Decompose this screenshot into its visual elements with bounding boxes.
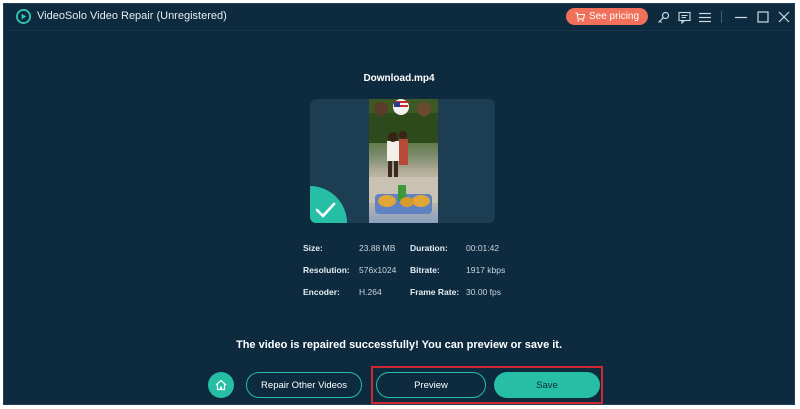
checkmark-icon (310, 186, 347, 223)
success-message: The video is repaired successfully! You … (235, 339, 563, 351)
spec-row-resolution: Resolution: 576x1024 Bitrate: 1917 kbps (303, 265, 553, 277)
close-icon[interactable] (776, 9, 792, 25)
cart-icon (575, 12, 585, 22)
encoder-label: Encoder: (303, 287, 340, 297)
size-value: 23.88 MB (359, 243, 396, 253)
feedback-icon[interactable] (676, 9, 692, 25)
app-window: VideoSolo Video Repair (Unregistered) Se… (3, 3, 795, 405)
maximize-icon[interactable] (755, 9, 771, 25)
duration-label: Duration: (410, 243, 448, 253)
encoder-value: H.264 (359, 287, 382, 297)
video-thumbnail (369, 99, 438, 223)
minimize-icon[interactable] (733, 9, 749, 25)
spec-row-encoder: Encoder: H.264 Frame Rate: 30.00 fps (303, 287, 553, 299)
home-button[interactable] (208, 372, 234, 398)
resolution-label: Resolution: (303, 265, 350, 275)
menu-icon[interactable] (697, 9, 713, 25)
duration-value: 00:01:42 (466, 243, 500, 253)
see-pricing-button[interactable]: See pricing (566, 8, 648, 25)
framerate-value: 30.00 fps (466, 287, 501, 297)
repair-other-videos-button[interactable]: Repair Other Videos (246, 372, 362, 398)
framerate-label: Frame Rate: (410, 287, 460, 297)
logo-icon (16, 9, 31, 24)
spec-row-size: Size: 23.88 MB Duration: 00:01:42 (303, 243, 553, 255)
video-preview-card (310, 99, 495, 223)
title-bar: VideoSolo Video Repair (Unregistered) Se… (4, 4, 794, 30)
see-pricing-label: See pricing (588, 11, 640, 22)
key-icon[interactable] (655, 9, 671, 25)
titlebar-divider (721, 11, 722, 23)
highlight-annotation (371, 366, 603, 404)
size-label: Size: (303, 243, 323, 253)
home-icon (215, 379, 227, 391)
file-name: Download.mp4 (363, 73, 435, 84)
bitrate-label: Bitrate: (410, 265, 440, 275)
resolution-value: 576x1024 (359, 265, 397, 275)
app-title: VideoSolo Video Repair (Unregistered) (37, 10, 227, 22)
titlebar-border (4, 30, 794, 31)
bitrate-value: 1917 kbps (466, 265, 506, 275)
